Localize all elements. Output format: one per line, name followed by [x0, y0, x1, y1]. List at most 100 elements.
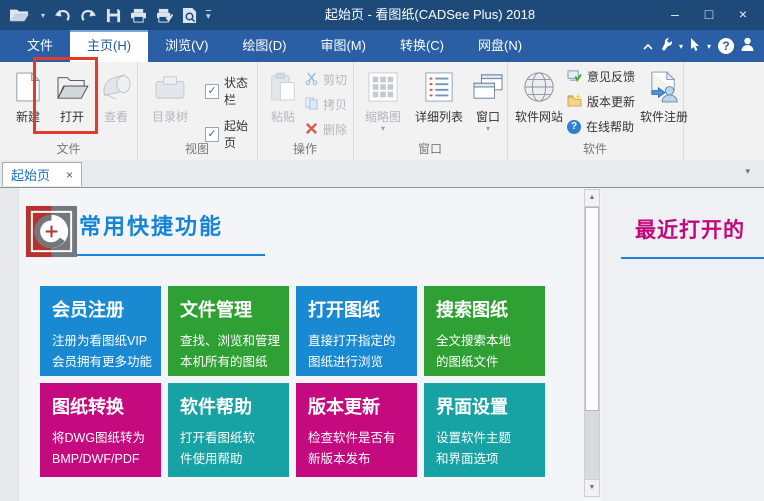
- group-label-software: 软件: [582, 142, 607, 156]
- software-website-button[interactable]: 软件网站: [511, 62, 567, 125]
- view-button[interactable]: 查看: [94, 62, 138, 125]
- pointer-caret[interactable]: ▾: [707, 42, 711, 51]
- tab-file[interactable]: 文件: [10, 30, 70, 62]
- tile-member-register[interactable]: 会员注册 注册为看图纸VIP 会员拥有更多功能: [40, 286, 161, 376]
- tile-title: 打开图纸: [308, 300, 380, 320]
- close-button[interactable]: ×: [726, 0, 760, 30]
- copy-button[interactable]: 拷贝: [305, 96, 347, 113]
- scroll-up-button[interactable]: ▲: [585, 190, 599, 207]
- open-button[interactable]: 打开: [50, 62, 94, 125]
- software-register-button[interactable]: 软件注册: [637, 62, 691, 125]
- print-preview-icon[interactable]: [182, 7, 197, 24]
- cut-scissors-icon: [305, 72, 318, 88]
- collapse-ribbon-icon[interactable]: [643, 37, 653, 55]
- undo-icon[interactable]: [54, 8, 71, 23]
- copy-icon: [305, 96, 318, 113]
- tile-version-update[interactable]: 版本更新 检查软件是否有 新版本发布: [296, 383, 417, 477]
- tile-line: 会员拥有更多功能: [52, 355, 153, 369]
- delete-x-icon: [305, 122, 318, 138]
- vertical-scrollbar[interactable]: ▲ ▼: [584, 189, 600, 497]
- ribbon-group-software: 软件网站 意见反馈 版本更新 ? 在线帮助 软件注册 软件: [507, 62, 688, 160]
- tile-file-manage[interactable]: 文件管理 查找、浏览和管理 本机所有的图纸: [168, 286, 289, 376]
- cut-button[interactable]: 剪切: [305, 71, 347, 88]
- open-dropdown-caret[interactable]: ▾: [41, 11, 45, 20]
- tile-ui-settings[interactable]: 界面设置 设置软件主题 和界面选项: [424, 383, 545, 477]
- detail-list-icon: [424, 67, 454, 107]
- tile-drawing-convert[interactable]: 图纸转换 将DWG图纸转为 BMP/DWF/PDF: [40, 383, 161, 477]
- tab-cloud[interactable]: 网盘(N): [461, 30, 539, 62]
- view-scroll-icon: [100, 67, 132, 107]
- tab-review[interactable]: 审图(M): [303, 30, 383, 62]
- print-verify-icon[interactable]: [156, 8, 174, 23]
- ribbon-group-window: 缩略图 ▾ 详细列表 窗口 ▾ 窗口: [353, 62, 508, 160]
- delete-button[interactable]: 删除: [305, 121, 347, 138]
- window-button[interactable]: 窗口 ▾: [469, 62, 507, 133]
- pointer-icon[interactable]: [690, 37, 700, 56]
- update-folder-icon: [567, 93, 582, 110]
- tile-line: 检查软件是否有: [308, 431, 396, 445]
- ribbon-group-operations: 粘贴 剪切 拷贝 删除 操作: [257, 62, 354, 160]
- tab-list-caret[interactable]: ▾: [745, 166, 750, 177]
- paste-button[interactable]: 粘贴: [261, 62, 305, 125]
- cascade-windows-icon: [472, 67, 504, 107]
- redo-icon[interactable]: [80, 8, 97, 23]
- ribbon-group-file: 新建 打开 查看 文件: [0, 62, 138, 160]
- window-title: 起始页 - 看图纸(CADSee Plus) 2018: [324, 7, 536, 22]
- directory-tree-button[interactable]: 目录树: [145, 62, 195, 125]
- account-icon[interactable]: [741, 37, 754, 56]
- tile-line: 图纸进行浏览: [308, 355, 384, 369]
- statusbar-checkbox[interactable]: ✓: [205, 83, 219, 99]
- feedback-icon: [567, 69, 582, 85]
- new-document-icon: [15, 67, 41, 107]
- print-icon[interactable]: [130, 8, 147, 23]
- tile-line: 的图纸文件: [436, 355, 499, 369]
- left-gutter: [0, 188, 19, 501]
- tab-convert[interactable]: 转换(C): [383, 30, 461, 62]
- tools-wrench-icon[interactable]: [660, 37, 673, 56]
- directory-tree-icon: [154, 67, 186, 107]
- online-help-icon: ?: [567, 119, 581, 134]
- save-icon[interactable]: [106, 8, 121, 23]
- paste-icon: [270, 67, 296, 107]
- statusbar-checkbox-row[interactable]: ✓ 状态栏: [205, 74, 257, 108]
- startpage-tab[interactable]: 起始页 ×: [2, 162, 82, 186]
- globe-icon: [522, 67, 556, 107]
- feedback-button[interactable]: 意见反馈: [567, 68, 635, 85]
- tab-browse[interactable]: 浏览(V): [148, 30, 225, 62]
- heading-underline: [77, 254, 265, 256]
- tile-open-drawing[interactable]: 打开图纸 直接打开指定的 图纸进行浏览: [296, 286, 417, 376]
- quick-functions-heading: 常用快捷功能: [79, 214, 224, 239]
- tile-title: 软件帮助: [180, 397, 252, 417]
- help-icon[interactable]: ?: [718, 38, 734, 54]
- tab-home[interactable]: 主页(H): [70, 30, 149, 62]
- recent-files-heading: 最近打开的: [635, 219, 745, 242]
- tab-draw[interactable]: 绘图(D): [225, 30, 303, 62]
- tile-line: 打开看图纸软: [180, 431, 256, 445]
- scrollbar-thumb[interactable]: [585, 207, 599, 411]
- tile-title: 图纸转换: [52, 397, 124, 417]
- tile-line: 新版本发布: [308, 452, 371, 466]
- tile-software-help[interactable]: 软件帮助 打开看图纸软 件使用帮助: [168, 383, 289, 477]
- version-update-button[interactable]: 版本更新: [567, 93, 635, 110]
- title-bar: ▾ ▾ 起始页 - 看图纸(CADSee Plus) 2018 – □ ×: [0, 0, 764, 30]
- detail-list-button[interactable]: 详细列表: [409, 62, 469, 125]
- maximize-button[interactable]: □: [692, 0, 726, 30]
- new-button[interactable]: 新建: [6, 62, 50, 125]
- tile-title: 版本更新: [308, 397, 380, 417]
- window-caret: ▾: [485, 124, 490, 133]
- toolbar-overflow-caret[interactable]: ▾: [206, 9, 211, 21]
- tile-line: BMP/DWF/PDF: [52, 452, 140, 466]
- open-folder-icon[interactable]: [8, 6, 30, 24]
- tab-close-icon[interactable]: ×: [66, 168, 73, 182]
- online-help-button[interactable]: ? 在线帮助: [567, 118, 635, 135]
- tile-search-drawing[interactable]: 搜索图纸 全文搜索本地 的图纸文件: [424, 286, 545, 376]
- thumbnails-caret: ▾: [380, 124, 385, 133]
- tools-caret[interactable]: ▾: [679, 42, 683, 51]
- scroll-down-button[interactable]: ▼: [585, 479, 599, 496]
- thumbnails-button[interactable]: 缩略图 ▾: [357, 62, 409, 133]
- tile-title: 文件管理: [180, 300, 252, 320]
- minimize-button[interactable]: –: [658, 0, 692, 30]
- window-controls: – □ ×: [658, 0, 760, 30]
- menu-tabs: 文件 主页(H) 浏览(V) 绘图(D) 审图(M) 转换(C) 网盘(N): [10, 30, 539, 62]
- group-label-window: 窗口: [417, 142, 442, 156]
